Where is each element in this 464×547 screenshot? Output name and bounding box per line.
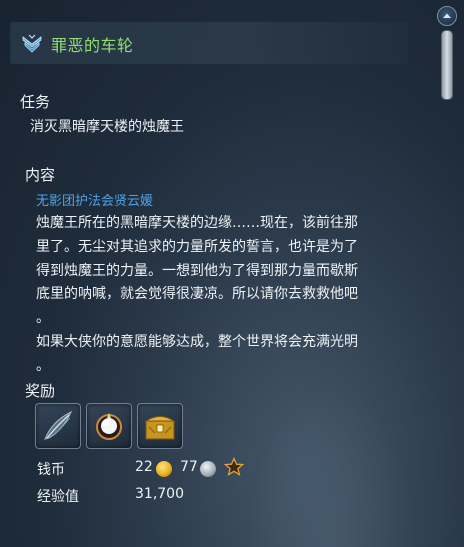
task-text: 消灭黑暗摩天楼的烛魔王 <box>30 119 184 135</box>
quest-title-bar: 罪恶的车轮 <box>10 22 408 64</box>
feather-item-icon <box>44 410 73 440</box>
content-line: 烛魔王所在的黑暗摩天楼的边缘……现在，该前往那 <box>36 215 358 231</box>
reward-slot-3[interactable] <box>137 403 183 449</box>
content-line: 底里的呐喊，就会觉得很凄凉。所以请你去救救他吧 <box>36 286 358 303</box>
quest-title: 罪恶的车轮 <box>51 36 134 55</box>
scroll-thumb[interactable] <box>441 30 453 100</box>
quest-emblem-icon <box>21 32 43 54</box>
content-line: 里了。无尘对其追求的力量所发的誓言，也许是为了 <box>36 238 358 255</box>
task-heading: 任务 <box>20 93 51 111</box>
scroll-up-button[interactable] <box>437 6 457 26</box>
content-body: 烛魔王所在的黑暗摩天楼的边缘……现在，该前往那 里了。无尘对其追求的力量所发的誓… <box>36 212 416 379</box>
speaker-name: 无影团护法会贤云媛 <box>36 194 154 209</box>
gold-amount: 22 <box>135 459 153 475</box>
content-line: 如果大侠你的意愿能够达成，整个世界将会充满光明 <box>36 333 358 350</box>
chevron-up-icon <box>443 13 451 18</box>
silver-amount: 77 <box>180 459 198 475</box>
money-label: 钱币 <box>37 462 65 478</box>
gold-coin-icon <box>156 461 172 477</box>
scrollbar[interactable] <box>436 6 458 100</box>
content-line: 得到烛魔王的力量。一想到他为了得到那力量而歇斯 <box>36 262 358 279</box>
exp-label: 经验值 <box>37 489 79 505</box>
content-line: 。 <box>36 357 50 374</box>
content-heading: 内容 <box>25 166 56 184</box>
reward-slot-1[interactable] <box>35 403 81 449</box>
reward-slot-2[interactable] <box>86 403 132 449</box>
rewards-heading: 奖励 <box>25 382 56 400</box>
treasure-chest-icon <box>144 416 176 440</box>
orb-item-icon <box>96 413 122 440</box>
star-icon <box>223 456 245 481</box>
silver-coin-icon <box>200 461 216 477</box>
exp-value: 31,700 <box>135 486 184 502</box>
content-line: 。 <box>36 310 50 327</box>
